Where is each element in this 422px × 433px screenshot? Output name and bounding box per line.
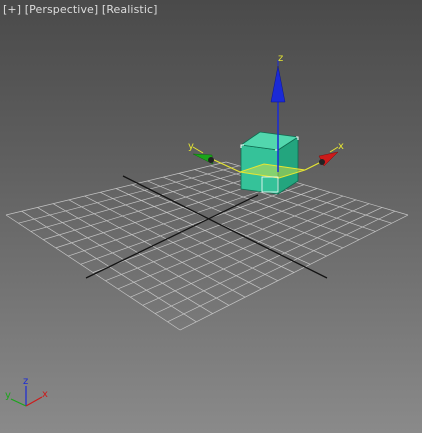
viewport-canvas[interactable]: x y z z x y [0,0,422,433]
gizmo-x-axis-line[interactable] [304,161,322,171]
home-grid [5,161,409,331]
viewport-view-button[interactable]: [Perspective] [25,3,99,16]
viewport-label: [+] [Perspective] [Realistic] [3,3,158,16]
perspective-viewport[interactable]: x y z z x y [+] [Perspective] [Realistic… [0,0,422,433]
move-gizmo[interactable]: x y z [188,53,344,193]
view-axis-tripod: z x y [5,376,48,407]
viewport-shading-button[interactable]: [Realistic] [102,3,158,16]
box-object[interactable] [239,131,300,195]
viewport-menu-button[interactable]: [+] [3,3,21,16]
tripod-z-label: z [23,376,28,387]
gizmo-y-label: y [188,141,194,152]
gizmo-z-arrowhead[interactable] [270,65,286,103]
tripod-x-label: x [42,389,48,400]
tripod-y-label: y [5,390,11,401]
gizmo-x-label: x [338,141,344,152]
gizmo-z-label: z [278,53,283,64]
gizmo-y-axis-line[interactable] [211,158,241,173]
